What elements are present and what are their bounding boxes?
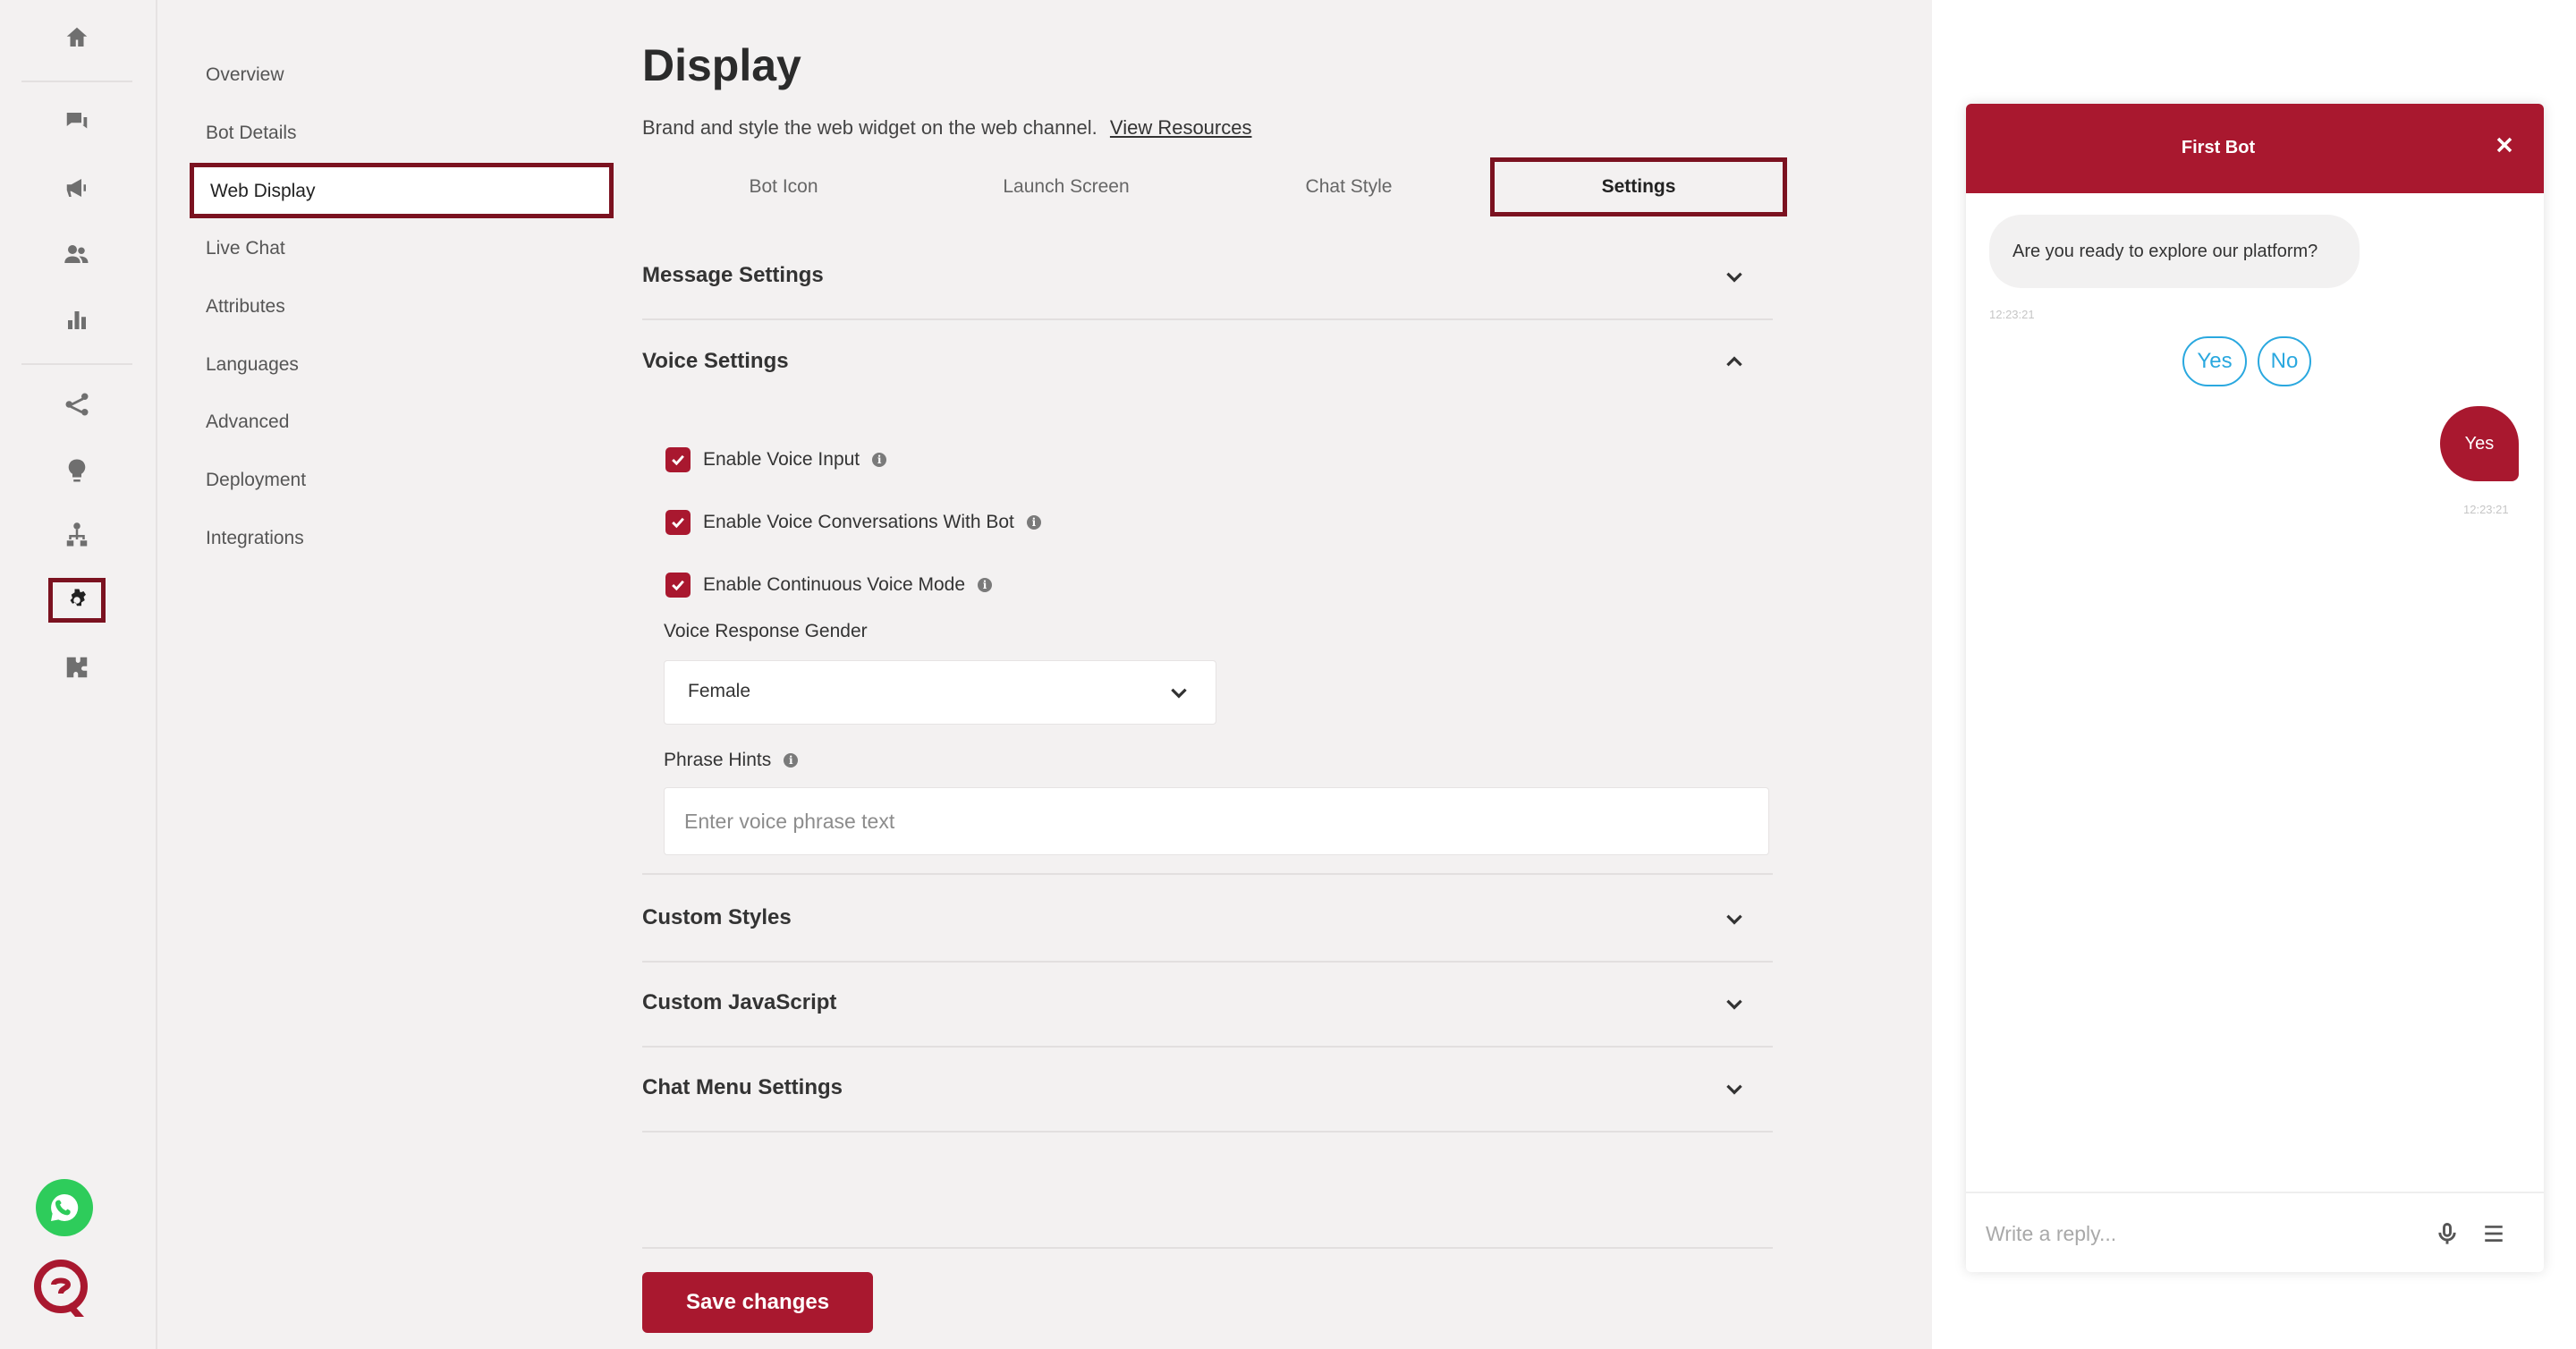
enable-continuous-voice-row[interactable]: Enable Continuous Voice Mode i: [665, 571, 993, 599]
chevron-down-icon: [1167, 681, 1191, 704]
enable-voice-conversations-checkbox[interactable]: [665, 510, 691, 535]
page-subtitle: Brand and style the web widget on the we…: [642, 116, 1251, 140]
gear-icon[interactable]: [48, 578, 106, 623]
chevron-down-icon[interactable]: [1723, 1077, 1746, 1100]
subnav-item-overview[interactable]: Overview: [206, 57, 284, 93]
rail-divider: [21, 81, 132, 82]
chevron-down-icon[interactable]: [1723, 907, 1746, 930]
enable-continuous-voice-label: Enable Continuous Voice Mode: [703, 574, 966, 595]
subnav-item-integrations[interactable]: Integrations: [206, 521, 304, 556]
widget-preview-panel: First Bot Are you ready to explore our p…: [1932, 0, 2576, 1349]
chat-menu-settings-section[interactable]: Chat Menu Settings: [642, 1047, 1773, 1133]
footer-divider: [642, 1247, 1773, 1249]
enable-continuous-voice-checkbox[interactable]: [665, 573, 691, 598]
subnav-item-advanced[interactable]: Advanced: [206, 404, 289, 440]
chat-icon[interactable]: [45, 97, 109, 147]
subnav-item-languages[interactable]: Languages: [206, 347, 299, 383]
info-icon[interactable]: i: [978, 578, 993, 592]
subtitle-text: Brand and style the web widget on the we…: [642, 116, 1097, 139]
chat-header: First Bot: [1966, 104, 2544, 193]
tab-launch-screen[interactable]: Launch Screen: [925, 157, 1208, 216]
message-settings-section[interactable]: Message Settings: [642, 234, 1773, 320]
quick-reply-no[interactable]: No: [2258, 336, 2311, 386]
hierarchy-icon[interactable]: [45, 510, 109, 560]
lightbulb-icon[interactable]: [45, 445, 109, 496]
chat-widget: First Bot Are you ready to explore our p…: [1966, 104, 2544, 1272]
view-resources-link[interactable]: View Resources: [1110, 116, 1252, 139]
settings-subnav: Overview Bot Details Web Display Live Ch…: [157, 0, 623, 1349]
quick-reply-yes[interactable]: Yes: [2182, 336, 2247, 386]
phrase-hints-label: Phrase Hints i: [664, 750, 799, 771]
rail-divider: [21, 363, 132, 365]
voice-gender-select[interactable]: Female: [664, 660, 1216, 725]
enable-voice-conversations-label: Enable Voice Conversations With Bot: [703, 512, 1014, 532]
section-title: Chat Menu Settings: [642, 1075, 843, 1099]
enable-voice-input-row[interactable]: Enable Voice Input i: [665, 445, 887, 474]
subnav-item-bot-details[interactable]: Bot Details: [206, 115, 297, 151]
bar-chart-icon[interactable]: [45, 295, 109, 345]
info-icon[interactable]: i: [1026, 515, 1041, 530]
whatsapp-icon[interactable]: [36, 1179, 93, 1236]
flow-icon[interactable]: [45, 379, 109, 429]
menu-icon[interactable]: [2481, 1222, 2506, 1245]
users-icon[interactable]: [45, 229, 109, 279]
chevron-up-icon[interactable]: [1723, 351, 1746, 374]
custom-javascript-section[interactable]: Custom JavaScript: [642, 962, 1773, 1048]
save-changes-button[interactable]: Save changes: [642, 1272, 873, 1333]
main-content: Display Brand and style the web widget o…: [623, 0, 1932, 1349]
tab-chat-style[interactable]: Chat Style: [1208, 157, 1490, 216]
chevron-down-icon[interactable]: [1723, 992, 1746, 1015]
enable-voice-conversations-row[interactable]: Enable Voice Conversations With Bot i: [665, 508, 1041, 537]
subnav-item-live-chat[interactable]: Live Chat: [206, 231, 285, 267]
home-icon[interactable]: [45, 13, 109, 63]
info-icon[interactable]: i: [872, 453, 887, 467]
voice-gender-value: Female: [688, 681, 751, 701]
bot-message-timestamp: 12:23:21: [1989, 308, 2035, 321]
puzzle-icon[interactable]: [45, 642, 109, 692]
section-title: Custom Styles: [642, 905, 792, 929]
phrase-hints-input[interactable]: [664, 787, 1769, 855]
tab-bot-icon[interactable]: Bot Icon: [642, 157, 925, 216]
tab-bar: Bot Icon Launch Screen Chat Style Settin…: [642, 157, 1787, 216]
chevron-down-icon[interactable]: [1723, 265, 1746, 288]
enable-voice-input-label: Enable Voice Input: [703, 449, 860, 470]
chat-title: First Bot: [2181, 138, 2256, 157]
enable-voice-input-checkbox[interactable]: [665, 447, 691, 472]
info-icon[interactable]: i: [784, 753, 799, 768]
subnav-item-deployment[interactable]: Deployment: [206, 462, 306, 498]
megaphone-icon[interactable]: [45, 163, 109, 213]
user-message-timestamp: 12:23:21: [2463, 503, 2509, 516]
voice-gender-label: Voice Response Gender: [664, 621, 868, 641]
chat-input-bar: Write a reply...: [1966, 1192, 2544, 1272]
user-message-bubble: Yes: [2440, 406, 2519, 481]
section-title: Custom JavaScript: [642, 990, 837, 1014]
tab-settings[interactable]: Settings: [1490, 157, 1787, 216]
phrase-hints-text: Phrase Hints: [664, 750, 772, 770]
section-title: Message Settings: [642, 263, 824, 287]
page-title: Display: [642, 40, 801, 90]
subnav-item-web-display[interactable]: Web Display: [190, 163, 614, 218]
microphone-icon[interactable]: [2435, 1220, 2460, 1247]
custom-styles-section[interactable]: Custom Styles: [642, 877, 1773, 963]
subnav-item-attributes[interactable]: Attributes: [206, 289, 285, 325]
bot-message-bubble: Are you ready to explore our platform?: [1989, 215, 2360, 288]
close-icon[interactable]: [2492, 132, 2517, 157]
brand-logo-icon: [32, 1258, 89, 1322]
section-title: Voice Settings: [642, 349, 789, 373]
reply-input[interactable]: Write a reply...: [1986, 1222, 2116, 1246]
icon-rail: [0, 0, 157, 1349]
